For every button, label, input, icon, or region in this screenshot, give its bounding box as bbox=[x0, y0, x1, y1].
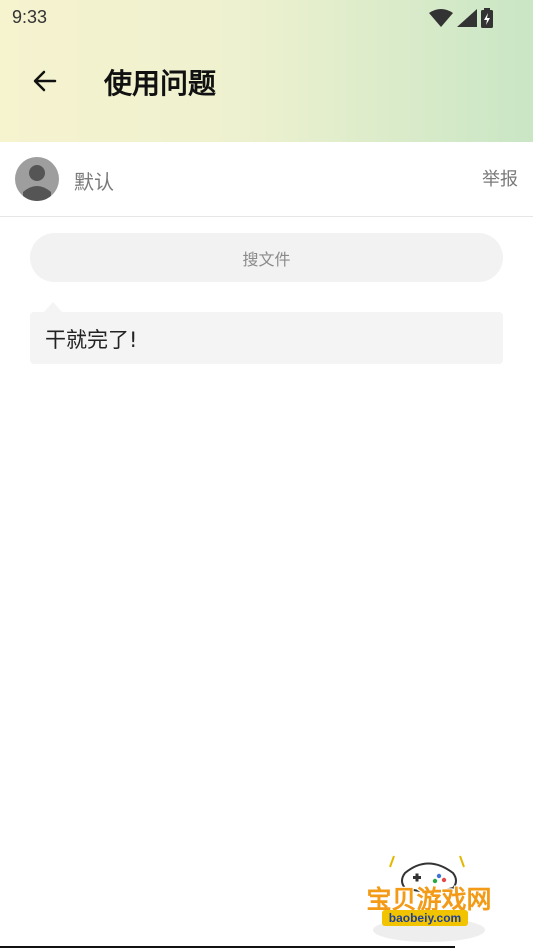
page-title: 使用问题 bbox=[104, 67, 217, 100]
battery-icon bbox=[481, 8, 493, 32]
avatar[interactable] bbox=[15, 157, 59, 201]
message-text: 干就完了! bbox=[45, 328, 138, 352]
post-author-row: 默认 举报 bbox=[0, 142, 533, 217]
file-search-label: 搜文件 bbox=[242, 249, 291, 269]
user-avatar-icon bbox=[23, 165, 51, 201]
author-name: 默认 bbox=[74, 170, 114, 194]
app-header: 9:33 使用问题 bbox=[0, 0, 533, 142]
status-bar: 9:33 bbox=[0, 0, 533, 36]
status-time: 9:33 bbox=[12, 7, 48, 27]
navigation-bar: 使用问题 bbox=[0, 56, 533, 106]
watermark-url: baobeiy.com bbox=[382, 910, 468, 926]
signal-icon bbox=[457, 9, 477, 31]
message-bubble: 干就完了! bbox=[30, 302, 503, 364]
file-search-button[interactable]: 搜文件 bbox=[30, 233, 503, 282]
arrow-left-icon bbox=[33, 70, 57, 92]
site-watermark: 宝贝游戏网 baobeiy.com bbox=[356, 852, 502, 944]
status-icons bbox=[429, 8, 493, 32]
back-button[interactable] bbox=[28, 64, 62, 98]
wifi-icon bbox=[429, 9, 453, 31]
report-button[interactable]: 举报 bbox=[482, 165, 518, 191]
